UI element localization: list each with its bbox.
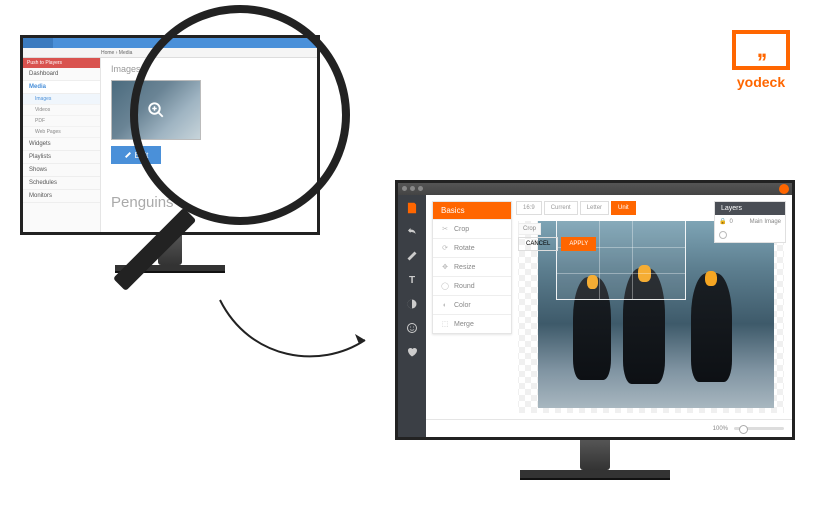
action-color[interactable]: ◐Color	[433, 295, 511, 314]
action-resize[interactable]: ✥Resize	[433, 257, 511, 276]
tool-sticker[interactable]	[405, 321, 419, 335]
merge-icon: ⬚	[441, 320, 449, 328]
edit-button[interactable]: Edit	[111, 146, 161, 164]
action-crop[interactable]: ✂Crop	[433, 219, 511, 238]
brand-name: yodeck	[732, 74, 790, 90]
flow-arrow-icon	[210, 290, 380, 380]
tool-text[interactable]: T	[405, 273, 419, 287]
close-icon[interactable]	[779, 184, 789, 194]
rotate-icon: ⟳	[441, 244, 449, 252]
window-titlebar	[398, 183, 792, 195]
tool-undo[interactable]	[405, 225, 419, 239]
visibility-toggle-icon[interactable]	[719, 231, 727, 239]
brand-logo: ,, yodeck	[732, 30, 790, 90]
media-name: Penguins	[111, 194, 307, 211]
zoom-in-icon	[147, 101, 165, 119]
round-icon: ◯	[441, 282, 449, 290]
logo-quotes-icon: ,,	[757, 37, 765, 63]
crop-icon: ✂	[441, 225, 449, 233]
resize-icon: ✥	[441, 263, 449, 271]
aspect-option-bar: 16:9 Current Letter Unit	[516, 201, 636, 215]
source-monitor: Home › Media Push to Players Dashboard M…	[20, 35, 320, 273]
sidebar-item-dashboard[interactable]: Dashboard	[23, 68, 100, 81]
breadcrumb: Home › Media	[23, 48, 317, 58]
color-icon: ◐	[441, 301, 449, 309]
opt-current[interactable]: Current	[544, 201, 578, 215]
sidebar: Push to Players Dashboard Media Images V…	[23, 58, 101, 232]
page-title: Images	[111, 64, 307, 74]
tool-save[interactable]	[405, 201, 419, 215]
sidebar-sub-videos[interactable]: Videos	[23, 105, 100, 116]
sidebar-item-shows[interactable]: Shows	[23, 164, 100, 177]
layer-row[interactable]	[715, 228, 785, 242]
action-round[interactable]: ◯Round	[433, 276, 511, 295]
tool-pencil[interactable]	[405, 249, 419, 263]
push-to-players-button[interactable]: Push to Players	[23, 58, 100, 68]
crop-selection[interactable]	[556, 220, 686, 300]
sidebar-sub-pdf[interactable]: PDF	[23, 116, 100, 127]
opt-letter[interactable]: Letter	[580, 201, 609, 215]
action-rotate[interactable]: ⟳Rotate	[433, 238, 511, 257]
sidebar-item-schedules[interactable]: Schedules	[23, 177, 100, 190]
editor-monitor: T Basics ✂Crop ⟳Rotate ✥Resi	[395, 180, 795, 480]
editor-footer: 100%	[426, 419, 792, 437]
sidebar-sub-images[interactable]: Images	[23, 94, 100, 105]
basics-panel-header: Basics	[433, 202, 511, 219]
sidebar-item-monitors[interactable]: Monitors	[23, 190, 100, 203]
tool-heart[interactable]	[405, 345, 419, 359]
opt-unit[interactable]: Unit	[611, 201, 636, 215]
media-thumbnail[interactable]	[111, 80, 201, 140]
pencil-icon	[124, 151, 132, 159]
sidebar-sub-webpages[interactable]: Web Pages	[23, 127, 100, 138]
crop-cancel-button[interactable]: CANCEL	[518, 237, 558, 251]
edit-button-label: Edit	[135, 151, 149, 160]
sidebar-item-widgets[interactable]: Widgets	[23, 138, 100, 151]
sidebar-item-media[interactable]: Media	[23, 81, 100, 94]
action-merge[interactable]: ⬚Merge	[433, 314, 511, 333]
layers-panel-header: Layers	[715, 202, 785, 215]
crop-mode-label: Crop	[518, 223, 541, 235]
lock-value: 0	[729, 219, 732, 225]
main-image-label: Main Image	[750, 219, 781, 225]
zoom-value: 100%	[713, 426, 728, 432]
basics-panel: Basics ✂Crop ⟳Rotate ✥Resize ◯Round ◐Col…	[432, 201, 512, 334]
sidebar-item-playlists[interactable]: Playlists	[23, 151, 100, 164]
opt-16-9[interactable]: 16:9	[516, 201, 542, 215]
editor-toolbar: T	[398, 195, 426, 437]
zoom-slider[interactable]	[734, 427, 784, 430]
crop-apply-button[interactable]: APPLY	[561, 237, 596, 251]
lock-icon[interactable]: 🔒	[719, 218, 726, 225]
tool-contrast[interactable]	[405, 297, 419, 311]
app-topbar	[23, 38, 317, 48]
layers-panel: Layers 🔒 0 Main Image	[714, 201, 786, 243]
layers-controls: 🔒 0 Main Image	[715, 215, 785, 228]
